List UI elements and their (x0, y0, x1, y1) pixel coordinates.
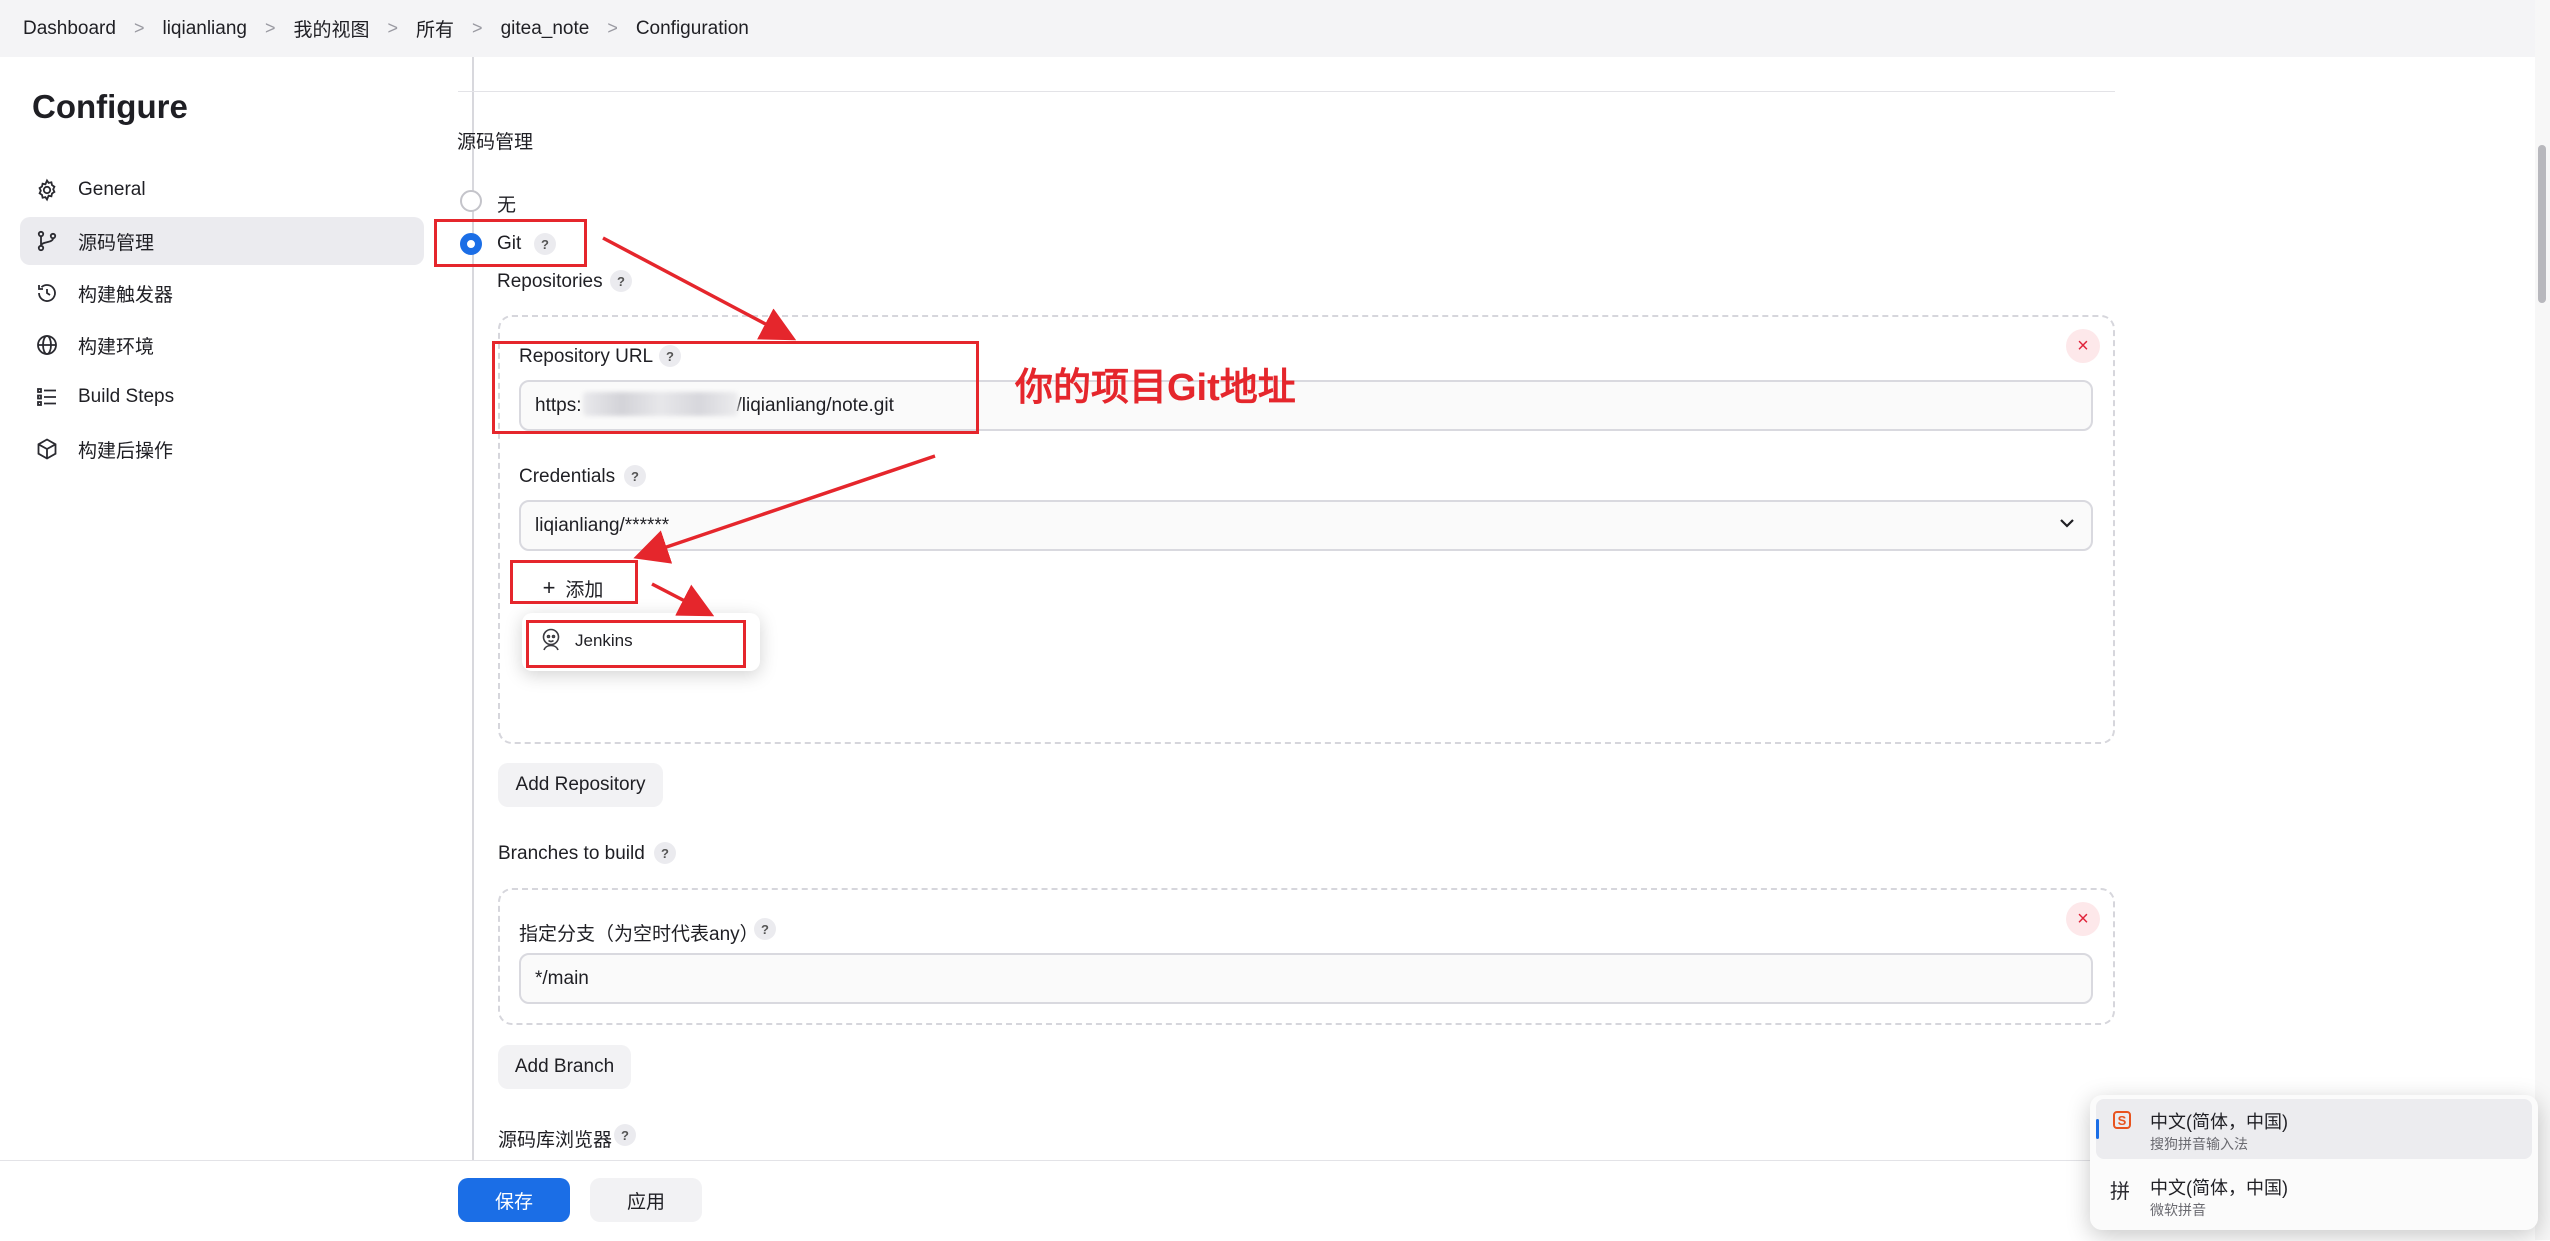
section-divider (458, 91, 2115, 92)
repositories-label: Repositories (497, 271, 603, 292)
remove-repository-button[interactable]: × (2066, 329, 2100, 363)
annotation-box-git (434, 219, 587, 267)
save-button[interactable]: 保存 (458, 1178, 570, 1222)
branches-label: Branches to build (498, 843, 645, 864)
sidebar-item-label: General (78, 179, 146, 200)
remove-branch-button[interactable]: × (2066, 902, 2100, 936)
annotation-text: 你的项目Git地址 (1015, 367, 1296, 409)
sidebar-item-general[interactable]: General (20, 166, 424, 214)
scrollbar-thumb[interactable] (2538, 145, 2546, 303)
add-repository-button[interactable]: Add Repository (498, 763, 663, 807)
selection-indicator (2096, 1119, 2099, 1139)
chevron-right-icon: > (607, 18, 618, 38)
sidebar-item-label: Build Steps (78, 386, 175, 407)
add-branch-button[interactable]: Add Branch (498, 1045, 631, 1089)
ime-switcher: S 中文(简体，中国) 搜狗拼音输入法 拼 中文(简体，中国) 微软拼音 (2090, 1095, 2538, 1230)
clock-icon (34, 280, 60, 306)
pinyin-icon: 拼 (2110, 1181, 2130, 1203)
sidebar-item-environment[interactable]: 构建环境 (20, 321, 424, 369)
branch-value: */main (535, 967, 589, 989)
gear-icon (34, 177, 60, 203)
ime-option-title: 中文(简体，中国) (2150, 1178, 2288, 1198)
sogou-icon: S (2113, 1111, 2131, 1129)
cube-icon (34, 436, 60, 462)
ime-option-subtitle: 微软拼音 (2150, 1202, 2206, 1218)
branch-specifier-input[interactable]: */main (519, 953, 2093, 1004)
chevron-right-icon: > (472, 18, 483, 38)
sidebar-item-post-build[interactable]: 构建后操作 (20, 425, 424, 473)
branch-icon (34, 228, 60, 254)
radio-none[interactable] (460, 190, 482, 212)
help-icon[interactable]: ? (754, 918, 776, 940)
ime-option-subtitle: 搜狗拼音输入法 (2150, 1136, 2248, 1152)
repo-browser-label: 源码库浏览器 (498, 1130, 613, 1151)
breadcrumb-job[interactable]: gitea_note (501, 18, 590, 40)
breadcrumb-dashboard[interactable]: Dashboard (23, 18, 116, 40)
sidebar-item-label: 构建后操作 (78, 440, 174, 462)
sidebar-item-label: 构建环境 (78, 336, 155, 358)
credentials-select[interactable]: liqianliang/****** (519, 500, 2093, 551)
chevron-right-icon: > (387, 18, 399, 38)
help-icon[interactable]: ? (614, 1124, 636, 1146)
ime-option-microsoft[interactable]: 拼 中文(简体，中国) 微软拼音 (2096, 1165, 2532, 1225)
breadcrumb-my-view[interactable]: 我的视图 (294, 15, 370, 42)
sidebar-item-scm[interactable]: 源码管理 (20, 217, 424, 265)
help-icon[interactable]: ? (654, 842, 676, 864)
branch-specifier-label: 指定分支（为空时代表any） (519, 924, 759, 945)
breadcrumb-user[interactable]: liqianliang (162, 18, 247, 40)
breadcrumb-all[interactable]: 所有 (416, 15, 454, 42)
annotation-box-url (492, 341, 979, 434)
chevron-right-icon: > (264, 18, 276, 38)
sidebar-item-triggers[interactable]: 构建触发器 (20, 269, 424, 317)
help-icon[interactable]: ? (610, 270, 632, 292)
section-title: 源码管理 (457, 132, 534, 153)
ime-option-title: 中文(简体，中国) (2150, 1112, 2288, 1132)
help-icon[interactable]: ? (624, 465, 646, 487)
breadcrumb-configuration[interactable]: Configuration (636, 18, 749, 40)
globe-icon (34, 332, 60, 358)
radio-none-label: 无 (497, 195, 517, 216)
sidebar-item-label: 构建触发器 (78, 284, 174, 306)
ime-option-sogou[interactable]: S 中文(简体，中国) 搜狗拼音输入法 (2096, 1099, 2532, 1159)
chevron-right-icon: > (133, 18, 145, 38)
breadcrumb: Dashboard > liqianliang > 我的视图 > 所有 > gi… (0, 0, 2535, 57)
page-title: Configure (32, 88, 188, 125)
list-icon (34, 384, 60, 410)
annotation-box-add (510, 560, 638, 604)
credentials-value: liqianliang/****** (535, 514, 670, 536)
apply-button[interactable]: 应用 (590, 1178, 702, 1222)
sidebar-item-label: 源码管理 (78, 232, 155, 254)
chevron-down-icon (2057, 513, 2077, 539)
annotation-box-jenkins (526, 620, 746, 668)
credentials-label: Credentials (519, 466, 616, 487)
sidebar-item-build-steps[interactable]: Build Steps (20, 373, 424, 421)
